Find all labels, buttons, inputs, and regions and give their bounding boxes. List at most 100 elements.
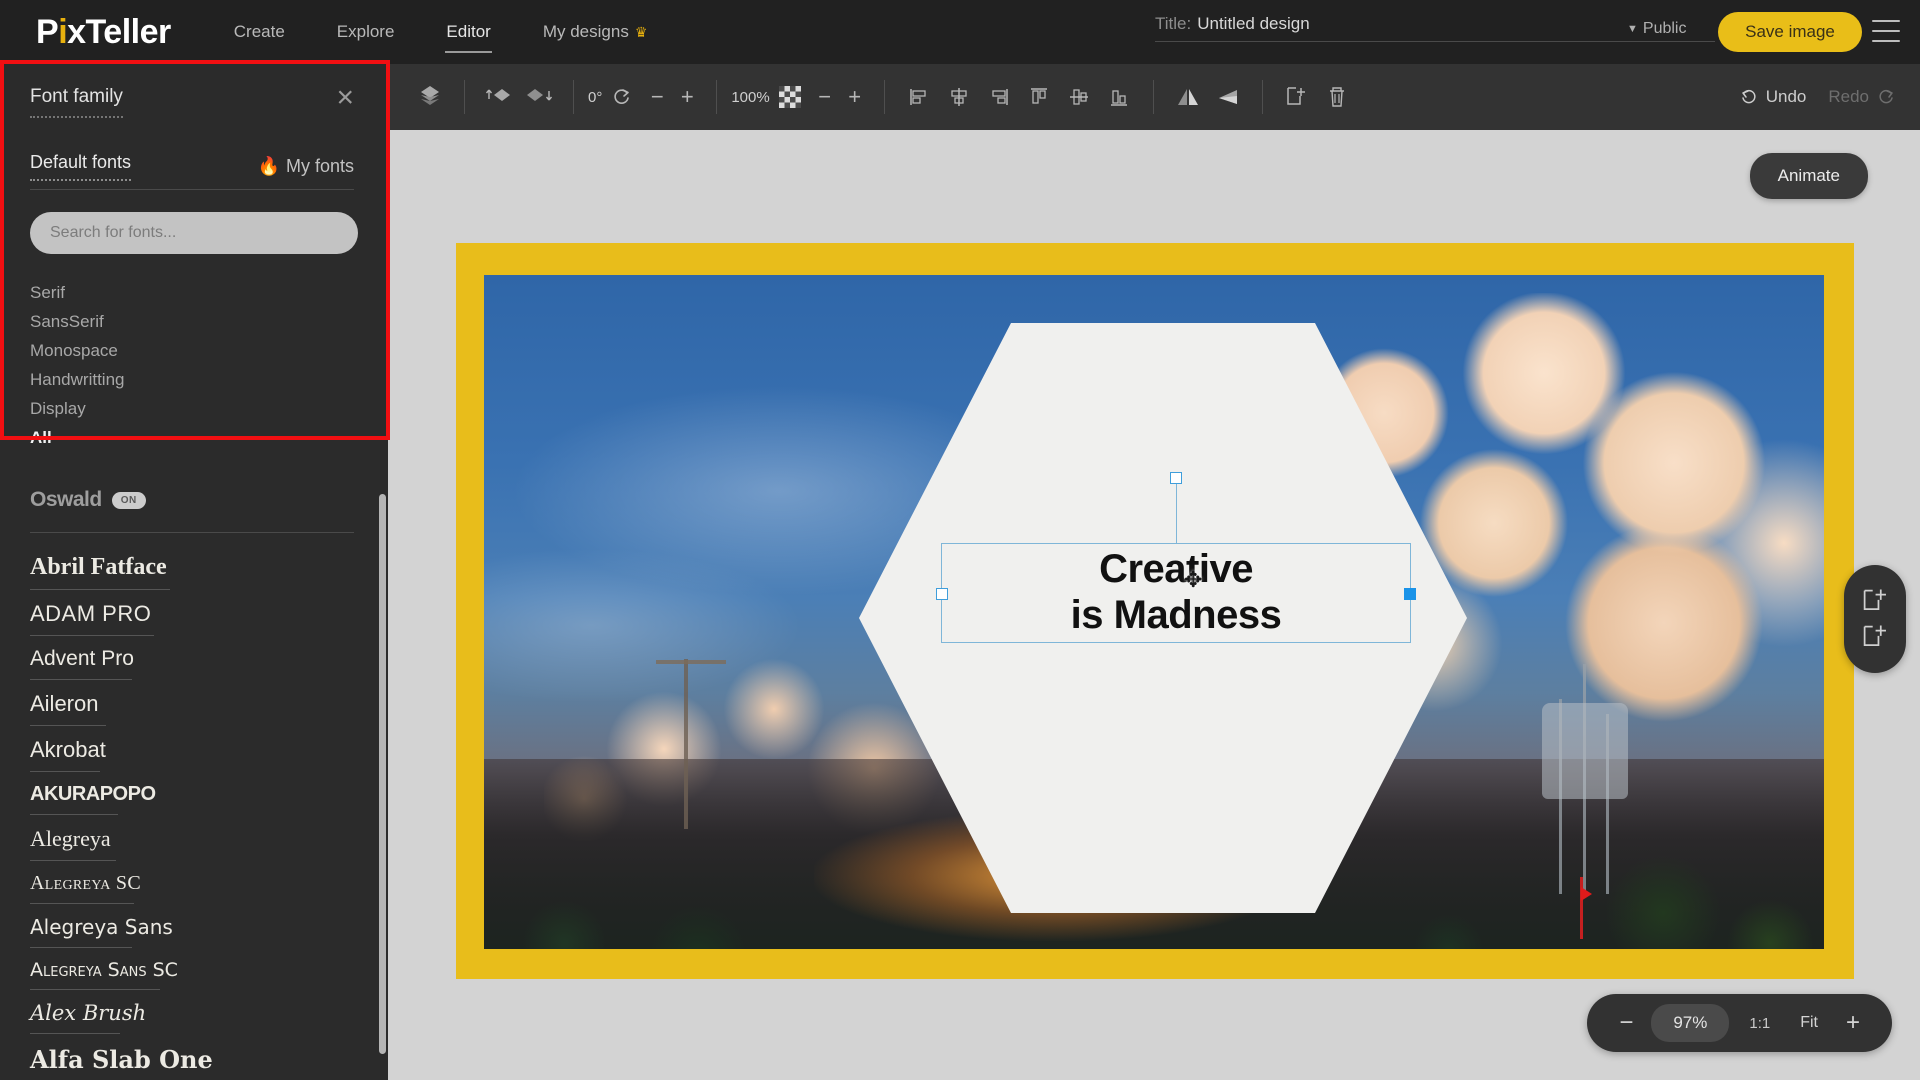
close-icon[interactable]: × — [336, 83, 354, 113]
crane-arm — [656, 660, 726, 664]
panel-scrollbar[interactable] — [379, 494, 386, 1054]
category-monospace[interactable]: Monospace — [30, 336, 388, 365]
font-item-adam-pro[interactable]: ADAM PRO — [30, 590, 354, 636]
category-serif[interactable]: Serif — [30, 278, 388, 307]
font-item-alegreya-sans-sc[interactable]: Alegreya Sans SC — [30, 948, 354, 990]
panel-title: Font family — [30, 86, 123, 118]
toolbar-divider — [573, 80, 574, 114]
title-input[interactable] — [1197, 14, 1618, 34]
panel-header: Font family × — [0, 64, 388, 118]
undo-label: Undo — [1765, 87, 1807, 106]
flip-vertical-icon[interactable] — [1208, 77, 1248, 117]
duplicate-icon[interactable] — [1277, 77, 1317, 117]
font-item-aileron[interactable]: Aileron — [30, 680, 354, 726]
redo-button[interactable]: Redo — [1828, 87, 1896, 107]
align-right-icon[interactable] — [979, 77, 1019, 117]
selection-bounding-box[interactable] — [936, 472, 1416, 643]
tab-my-fonts[interactable]: 🔥 My fonts — [258, 156, 354, 177]
hamburger-menu-icon[interactable] — [1872, 20, 1900, 42]
rotation-increase-button[interactable]: + — [672, 84, 702, 110]
font-item-alegreya-sans[interactable]: Alegreya Sans — [30, 904, 354, 948]
duplicate-icon[interactable] — [1860, 586, 1890, 616]
crane-mast — [684, 659, 688, 829]
align-bottom-icon[interactable] — [1099, 77, 1139, 117]
zoom-actual-size-button[interactable]: 1:1 — [1737, 1015, 1782, 1032]
font-item-alegreya[interactable]: Alegreya — [30, 815, 354, 861]
nav-item-create[interactable]: Create — [233, 18, 286, 46]
visibility-dropdown[interactable]: ▼ Public — [1627, 20, 1686, 38]
layers-icon[interactable] — [410, 77, 450, 117]
undo-button[interactable]: Undo — [1739, 87, 1807, 107]
main-nav-links: Create Explore Editor My designs ♛ — [233, 18, 649, 53]
font-item-akrobat[interactable]: Akrobat — [30, 726, 354, 772]
checkerboard-icon[interactable] — [770, 77, 810, 117]
category-handwritting[interactable]: Handwritting — [30, 365, 388, 394]
canvas-workspace[interactable]: Animate Creative is Madness ✥ − 97% 1:1 … — [388, 130, 1920, 1080]
pixteller-logo[interactable]: Pi xTeller — [36, 13, 171, 52]
toolbar-divider — [716, 80, 718, 114]
opacity-increase-button[interactable]: + — [840, 84, 870, 110]
rotation-connector — [1176, 482, 1177, 544]
align-top-icon[interactable] — [1019, 77, 1059, 117]
animate-button[interactable]: Animate — [1749, 153, 1868, 199]
opacity-value[interactable]: 100% — [731, 89, 769, 106]
undo-icon — [1741, 89, 1756, 104]
logo-dot: i — [58, 12, 68, 51]
trash-icon[interactable] — [1317, 77, 1357, 117]
nav-item-my-designs-label: My designs — [542, 22, 629, 41]
logo-part-2: xTeller — [67, 12, 171, 51]
redo-icon — [1879, 89, 1893, 104]
font-item-alfa-slab-one[interactable]: Alfa Slab One — [30, 1034, 354, 1080]
nav-item-my-designs[interactable]: My designs ♛ — [542, 18, 649, 46]
toolbar-divider — [1152, 80, 1154, 114]
rotate-icon[interactable] — [602, 77, 642, 117]
font-item-alegreya-sc[interactable]: Alegreya SC — [30, 861, 354, 904]
red-flag-marker — [1581, 887, 1592, 901]
design-frame[interactable]: Creative is Madness ✥ — [456, 243, 1854, 979]
resize-handle-right[interactable] — [1404, 588, 1416, 600]
font-item-advent-pro[interactable]: Advent Pro — [30, 636, 354, 680]
design-photo[interactable]: Creative is Madness ✥ — [484, 275, 1824, 949]
zoom-in-button[interactable]: + — [1836, 1009, 1870, 1037]
font-item-abril-fatface[interactable]: Abril Fatface — [30, 543, 354, 590]
nav-item-explore[interactable]: Explore — [336, 18, 396, 46]
font-source-tabs: Default fonts 🔥 My fonts — [30, 152, 354, 190]
opacity-decrease-button[interactable]: − — [810, 84, 840, 110]
logo-part-1: P — [36, 12, 59, 51]
duplicate-icon[interactable] — [1860, 622, 1890, 652]
search-input[interactable] — [30, 212, 358, 254]
zoom-level-value[interactable]: 97% — [1651, 1004, 1730, 1042]
tab-my-fonts-label: My fonts — [285, 156, 354, 176]
nav-item-editor[interactable]: Editor — [445, 18, 493, 53]
side-dock — [1844, 565, 1906, 673]
align-group — [899, 77, 1139, 117]
font-category-list: Serif SansSerif Monospace Handwritting D… — [30, 278, 388, 452]
rotation-handle[interactable] — [1170, 472, 1182, 484]
bring-forward-icon[interactable] — [479, 77, 519, 117]
zoom-out-button[interactable]: − — [1609, 1009, 1643, 1037]
category-display[interactable]: Display — [30, 394, 388, 423]
font-item-akurapopo[interactable]: AKURAPOPO — [30, 772, 354, 815]
font-item-alex-brush[interactable]: Alex Brush — [30, 990, 354, 1034]
zoom-fit-button[interactable]: Fit — [1790, 1014, 1828, 1032]
tab-default-fonts[interactable]: Default fonts — [30, 152, 132, 181]
flip-horizontal-icon[interactable] — [1168, 77, 1208, 117]
font-family-panel: Font family × Default fonts 🔥 My fonts S… — [0, 64, 388, 1080]
send-backward-icon[interactable] — [519, 77, 559, 117]
category-all[interactable]: All — [30, 423, 388, 452]
align-center-icon[interactable] — [939, 77, 979, 117]
order-group — [479, 77, 559, 117]
resize-handle-left[interactable] — [936, 588, 948, 600]
rotation-decrease-button[interactable]: − — [642, 84, 672, 110]
title-label: Title: — [1155, 14, 1192, 33]
flip-group — [1168, 77, 1248, 117]
chevron-down-icon: ▼ — [1627, 23, 1638, 35]
align-middle-icon[interactable] — [1059, 77, 1099, 117]
visibility-label: Public — [1642, 20, 1687, 37]
align-left-icon[interactable] — [899, 77, 939, 117]
save-image-button[interactable]: Save image — [1718, 12, 1862, 52]
rotation-value[interactable]: 0° — [588, 89, 602, 106]
font-list: Abril Fatface ADAM PRO Advent Pro Ailero… — [30, 533, 354, 1080]
category-sansserif[interactable]: SansSerif — [30, 307, 388, 336]
current-font-toggle[interactable]: ON — [111, 491, 146, 509]
